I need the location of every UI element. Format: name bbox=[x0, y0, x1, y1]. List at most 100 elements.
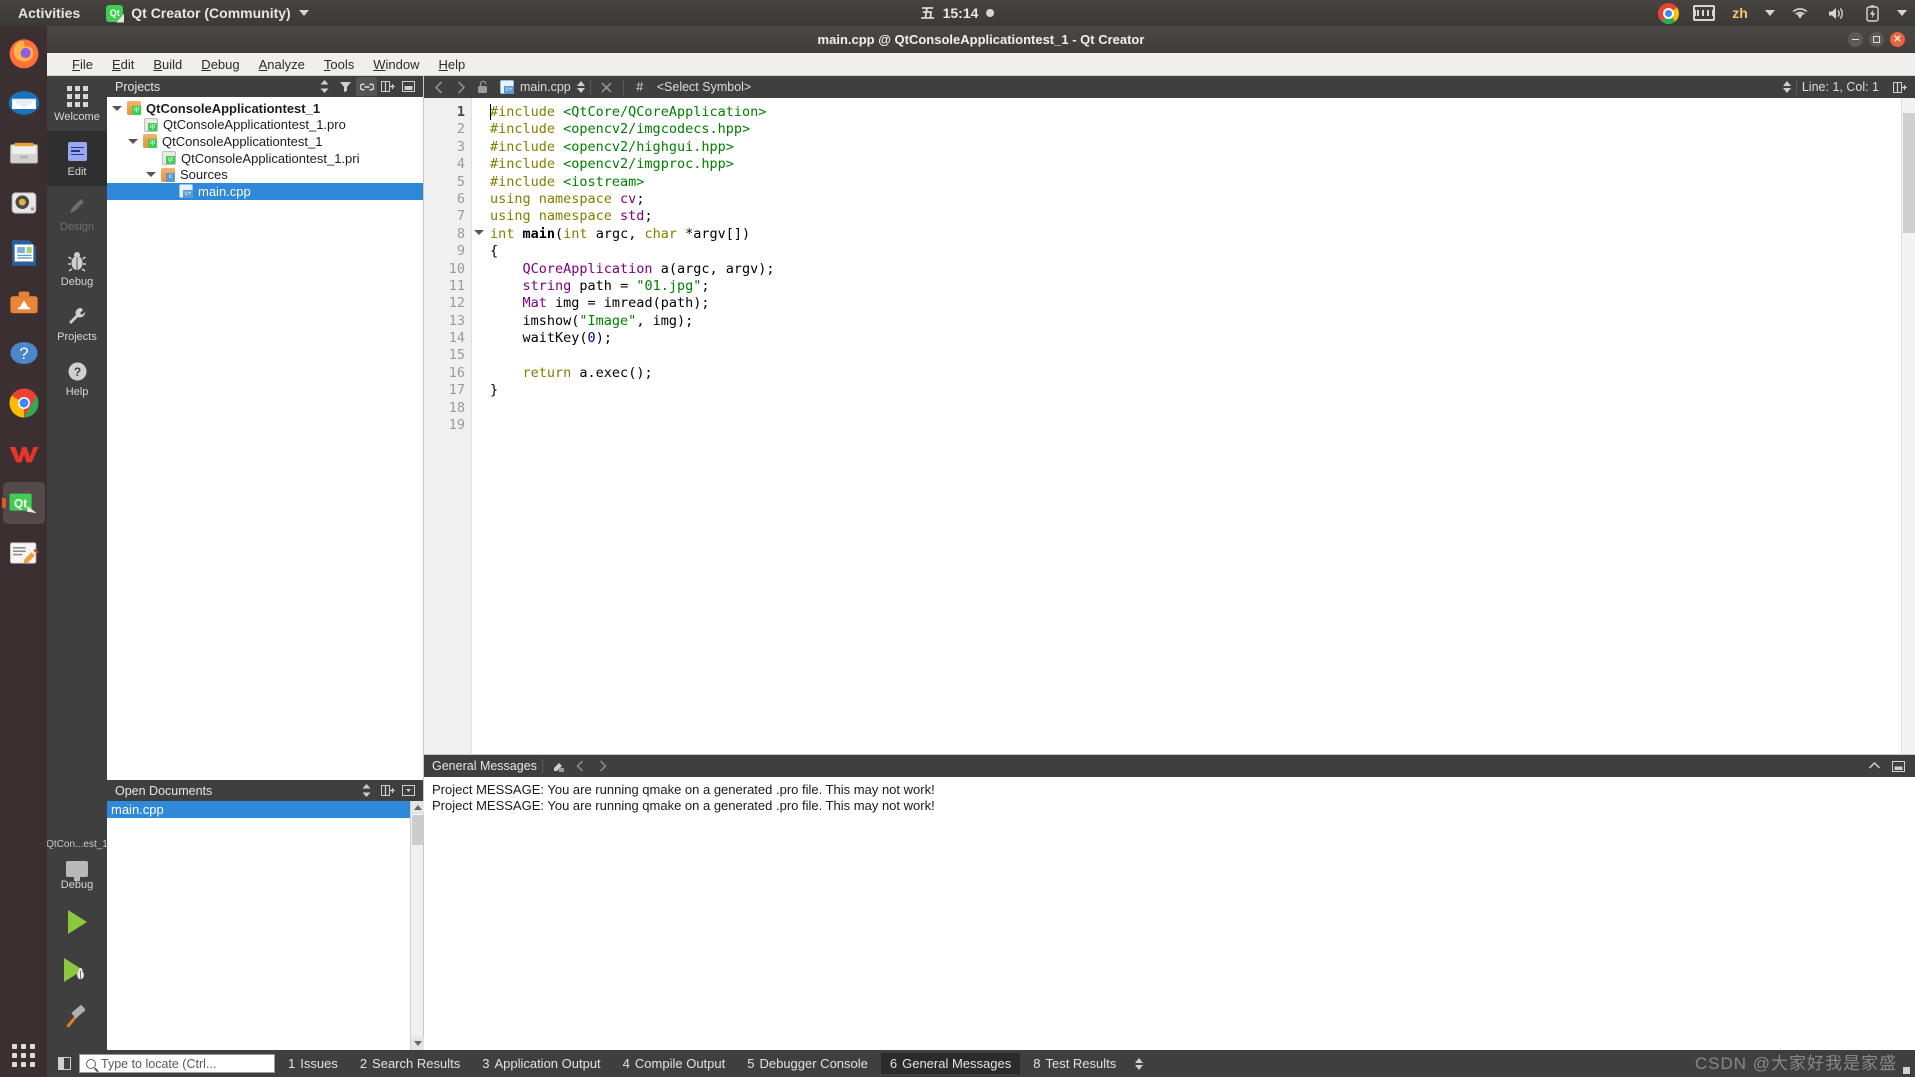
kit-target-button[interactable]: Debug bbox=[61, 854, 93, 898]
menu-analyze[interactable]: Analyze bbox=[250, 55, 314, 74]
dock-item-help[interactable]: ? bbox=[3, 332, 45, 374]
dock-item-chrome[interactable] bbox=[3, 382, 45, 424]
expander-icon[interactable] bbox=[127, 136, 138, 147]
prev-item-icon[interactable] bbox=[570, 756, 592, 776]
tree-item[interactable]: Sources bbox=[107, 166, 423, 183]
code-editor[interactable]: 1 2 3 4 5 6 7 8 9 10 11 12 13 14 15 16 17 18 19 #include <… bbox=[424, 98, 1915, 754]
symbol-selector[interactable]: <Select Symbol> bbox=[651, 80, 752, 94]
file-dropdown-icon[interactable] bbox=[576, 81, 585, 93]
minimize-button[interactable] bbox=[1848, 32, 1863, 47]
scroll-up-icon[interactable] bbox=[411, 801, 424, 814]
list-item[interactable]: main.cpp bbox=[107, 801, 423, 818]
battery-icon[interactable] bbox=[1861, 3, 1883, 23]
expander-icon[interactable] bbox=[145, 169, 156, 180]
build-button[interactable] bbox=[64, 994, 90, 1042]
close-panel-icon[interactable] bbox=[398, 781, 419, 800]
code-token: #include bbox=[490, 173, 564, 190]
debug-button[interactable] bbox=[64, 946, 90, 994]
close-button[interactable]: ✕ bbox=[1890, 32, 1905, 47]
output-pane-body[interactable]: Project MESSAGE: You are running qmake o… bbox=[424, 777, 1915, 1050]
editor-scrollbar[interactable] bbox=[1901, 98, 1915, 754]
sync-chevrons-icon[interactable] bbox=[356, 781, 377, 800]
mode-projects[interactable]: Projects bbox=[47, 296, 107, 351]
dock-item-wps[interactable] bbox=[3, 432, 45, 474]
close-icon[interactable] bbox=[596, 77, 618, 97]
tree-item[interactable]: QtConsoleApplicationtest_1 bbox=[107, 100, 423, 117]
cursor-position-spinner-icon[interactable] bbox=[1782, 81, 1791, 93]
statusbar-tab-compile-output[interactable]: 4 Compile Output bbox=[614, 1053, 735, 1074]
fold-marker-icon[interactable] bbox=[474, 229, 484, 235]
wifi-icon[interactable] bbox=[1789, 3, 1811, 23]
clock[interactable]: 五 15:14 bbox=[921, 3, 995, 23]
back-arrow-icon[interactable] bbox=[428, 77, 450, 97]
dock-item-text-editor[interactable] bbox=[3, 532, 45, 574]
statusbar-tab-issues[interactable]: 1 Issues bbox=[279, 1053, 347, 1074]
app-menu-button[interactable]: Qt Qt Creator (Community) bbox=[96, 4, 318, 22]
mode-help[interactable]: ? Help bbox=[47, 351, 107, 406]
tree-item-main-cpp[interactable]: main.cpp bbox=[107, 182, 423, 200]
chrome-icon[interactable] bbox=[1657, 2, 1679, 24]
code-text[interactable]: #include <QtCore/QCoreApplication> #inclu… bbox=[472, 98, 1915, 754]
system-menu-chevron-icon[interactable] bbox=[1897, 10, 1907, 16]
close-pane-icon[interactable] bbox=[1887, 756, 1909, 776]
statusbar-tab-application-output[interactable]: 3 Application Output bbox=[473, 1053, 609, 1074]
locator-input[interactable]: Type to locate (Ctrl... bbox=[79, 1054, 275, 1073]
dock-item-firefox[interactable] bbox=[3, 32, 45, 74]
statusbar-tab-search-results[interactable]: 2 Search Results bbox=[351, 1053, 469, 1074]
scrollbar-thumb[interactable] bbox=[412, 815, 423, 845]
forward-arrow-icon[interactable] bbox=[450, 77, 472, 97]
chevron-down-icon[interactable] bbox=[1765, 10, 1775, 16]
scrollbar-thumb[interactable] bbox=[1903, 113, 1915, 233]
next-item-icon[interactable] bbox=[592, 756, 614, 776]
menu-help[interactable]: Help bbox=[429, 55, 474, 74]
mode-debug[interactable]: Debug bbox=[47, 241, 107, 296]
menu-file[interactable]: File bbox=[63, 55, 102, 74]
open-documents-scrollbar[interactable] bbox=[410, 801, 424, 1050]
expander-icon[interactable] bbox=[111, 103, 122, 114]
menu-build[interactable]: Build bbox=[144, 55, 191, 74]
sync-chevrons-icon[interactable] bbox=[314, 77, 335, 96]
scroll-down-icon[interactable] bbox=[411, 1037, 424, 1050]
volume-icon[interactable] bbox=[1825, 3, 1847, 23]
language-indicator[interactable]: zh bbox=[1729, 3, 1751, 23]
statusbar-more-icon[interactable] bbox=[1135, 1057, 1144, 1070]
tree-item[interactable]: QtConsoleApplicationtest_1 bbox=[107, 133, 423, 150]
split-icon[interactable] bbox=[377, 781, 398, 800]
statusbar-tab-debugger-console[interactable]: 5 Debugger Console bbox=[738, 1053, 877, 1074]
split-icon[interactable] bbox=[377, 77, 398, 96]
unlocked-icon[interactable] bbox=[472, 77, 494, 97]
activities-button[interactable]: Activities bbox=[0, 5, 96, 21]
menu-window[interactable]: Window bbox=[364, 55, 428, 74]
close-panel-icon[interactable] bbox=[398, 77, 419, 96]
statusbar-tab-test-results[interactable]: 8 Test Results bbox=[1024, 1053, 1125, 1074]
tree-item-label: QtConsoleApplicationtest_1 bbox=[146, 100, 321, 116]
dock-item-files[interactable] bbox=[3, 132, 45, 174]
clear-icon[interactable] bbox=[548, 756, 570, 776]
split-icon[interactable] bbox=[1889, 77, 1911, 97]
tree-item[interactable]: QtConsoleApplicationtest_1.pro bbox=[107, 117, 423, 134]
statusbar-tab-general-messages[interactable]: 6 General Messages bbox=[880, 1053, 1021, 1074]
menu-debug[interactable]: Debug bbox=[192, 55, 248, 74]
link-icon[interactable] bbox=[356, 77, 377, 96]
dock-item-libreoffice[interactable] bbox=[3, 232, 45, 274]
tree-item[interactable]: QtConsoleApplicationtest_1.pri bbox=[107, 150, 423, 167]
mode-welcome[interactable]: Welcome bbox=[47, 76, 107, 131]
menu-edit[interactable]: Edit bbox=[103, 55, 143, 74]
maximize-button[interactable] bbox=[1869, 32, 1884, 47]
show-applications-button[interactable] bbox=[0, 1044, 47, 1067]
maximize-pane-icon[interactable] bbox=[1863, 756, 1885, 776]
open-documents-list[interactable]: main.cpp bbox=[107, 801, 424, 1050]
dock-item-ubuntu-software[interactable] bbox=[3, 282, 45, 324]
mode-edit[interactable]: Edit bbox=[47, 131, 107, 186]
keyboard-icon[interactable] bbox=[1693, 3, 1715, 23]
editor-file-chip[interactable]: main.cpp bbox=[494, 80, 577, 94]
dock-item-thunderbird[interactable] bbox=[3, 82, 45, 124]
menu-tools[interactable]: Tools bbox=[315, 55, 363, 74]
run-button[interactable] bbox=[67, 898, 87, 946]
dock-item-qtcreator[interactable]: Qt bbox=[2, 482, 45, 524]
filter-icon[interactable] bbox=[335, 77, 356, 96]
toggle-sidebar-icon[interactable] bbox=[53, 1054, 75, 1074]
project-tree[interactable]: QtConsoleApplicationtest_1 QtConsoleAppl… bbox=[107, 97, 423, 780]
dock-item-rhythmbox[interactable] bbox=[3, 182, 45, 224]
resize-grip[interactable] bbox=[1897, 1061, 1911, 1075]
